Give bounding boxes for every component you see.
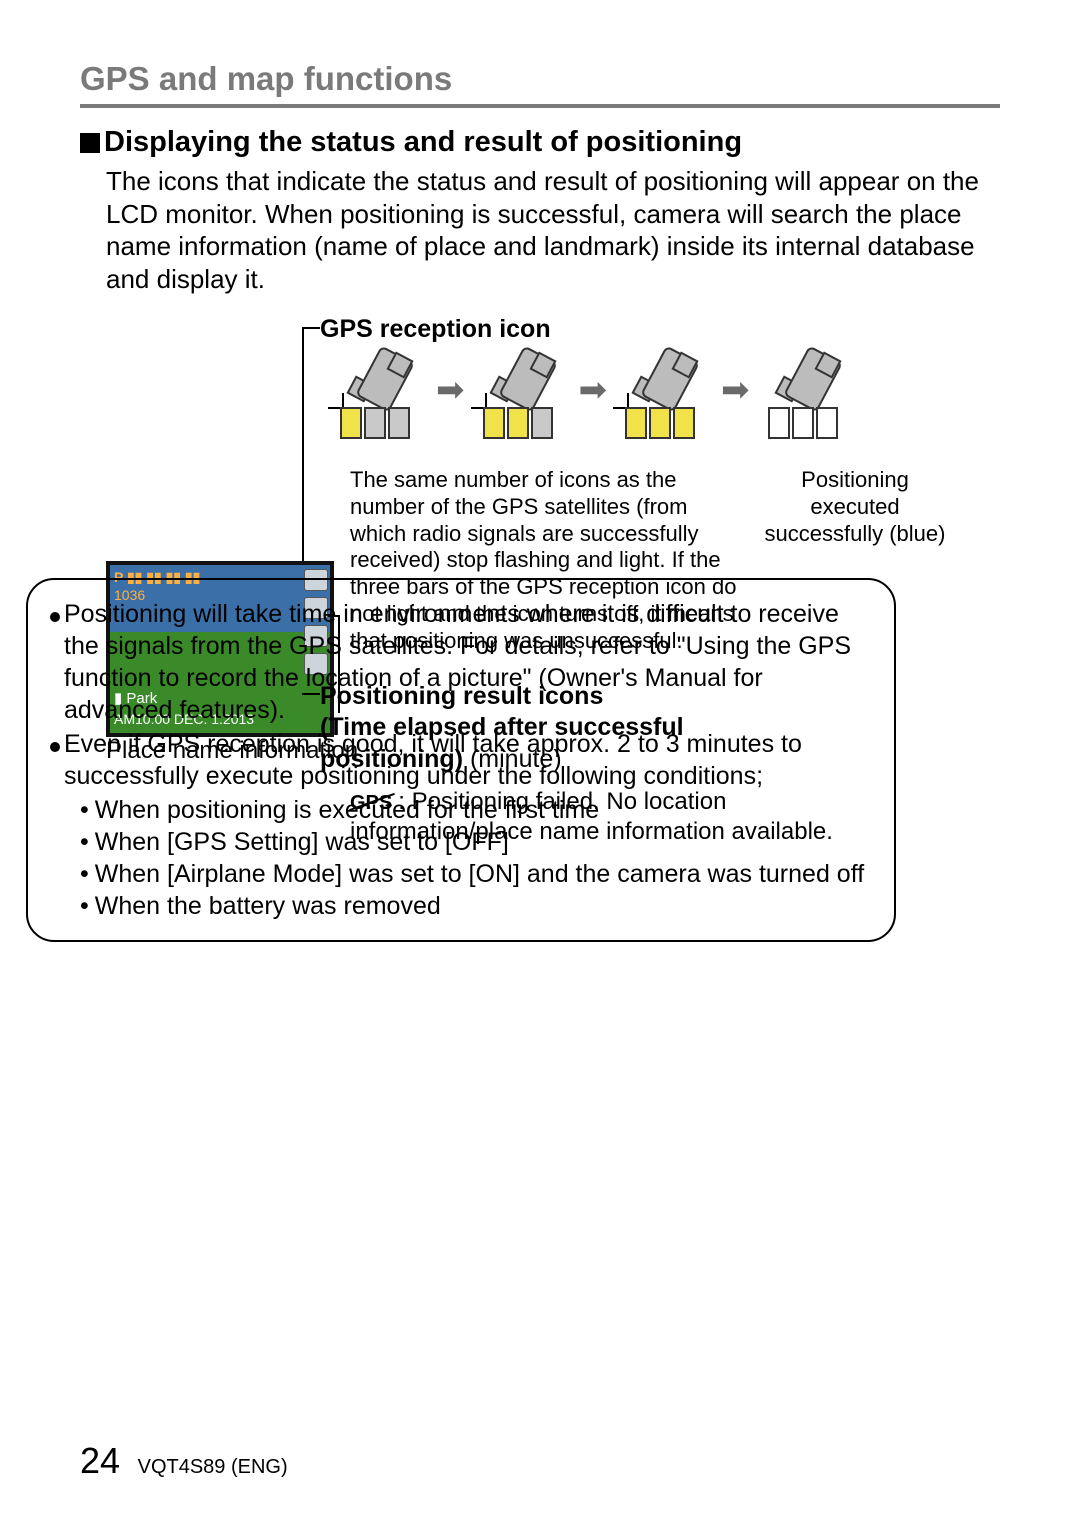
gps-reception-icon-label: GPS reception icon [320, 315, 551, 344]
note-text: Even if GPS reception is good, it will t… [64, 728, 872, 792]
note-subitem: •When positioning is executed for the fi… [80, 794, 872, 826]
note-subitem: •When the battery was removed [80, 890, 872, 922]
note-subitem: •When [Airplane Mode] was set to [ON] an… [80, 858, 872, 890]
intro-paragraph: The icons that indicate the status and r… [106, 165, 1000, 295]
square-bullet-icon [80, 133, 100, 153]
satellite-icon [483, 351, 561, 429]
note-text: Positioning will take time in environmen… [64, 598, 872, 726]
arrow-icon: ➡ [579, 370, 608, 410]
satellite-icon [340, 351, 418, 429]
doc-code: VQT4S89 (ENG) [138, 1456, 288, 1478]
page-number: 24 [80, 1440, 120, 1481]
satellite-icon [768, 351, 846, 429]
page-title: GPS and map functions [80, 60, 1000, 108]
satellite-icon [625, 351, 703, 429]
section-heading-text: Displaying the status and result of posi… [104, 126, 742, 158]
section-heading: Displaying the status and result of posi… [80, 126, 1000, 159]
gps-icon-sequence: ➡ ➡ ➡ [340, 351, 846, 429]
page-footer: 24 VQT4S89 (ENG) [80, 1440, 288, 1482]
arrow-icon: ➡ [721, 370, 750, 410]
notes-box: Positioning will take time in environmen… [26, 578, 896, 942]
note-subitem: •When [GPS Setting] was set to [OFF] [80, 826, 872, 858]
bullet-icon [50, 728, 64, 792]
success-description: Positioning executed successfully (blue) [760, 467, 950, 547]
bullet-icon [50, 598, 64, 726]
arrow-icon: ➡ [436, 370, 465, 410]
